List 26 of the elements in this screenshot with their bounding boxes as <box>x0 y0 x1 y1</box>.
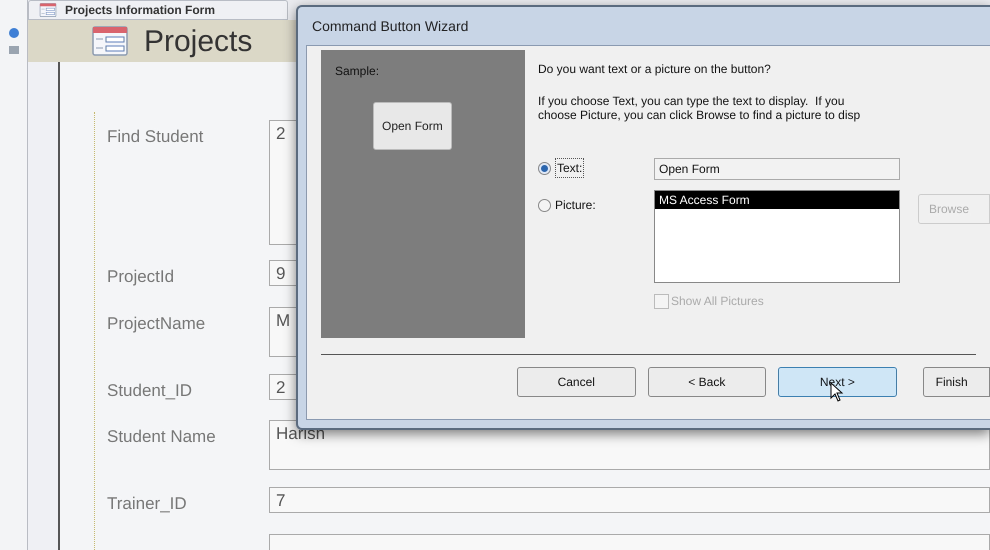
form-title: Projects <box>144 24 252 60</box>
explanation-text: choose Picture, you can click Browse to find a picture to disp <box>538 108 862 122</box>
question-text: Do you want text or a picture on the button? <box>538 61 772 78</box>
dialog-button[interactable]: < Back <box>648 367 766 397</box>
radio-option[interactable]: Text: <box>538 158 654 178</box>
list-item[interactable]: MS Access Form <box>655 191 899 209</box>
radio-option[interactable]: Picture: <box>538 196 654 214</box>
input-field[interactable]: 7 <box>269 487 990 513</box>
form-icon <box>92 26 128 56</box>
field-label: Student_ID <box>107 380 194 402</box>
field-label: Student Name <box>107 426 217 448</box>
radio-button[interactable] <box>538 198 551 212</box>
sample-label: Sample: <box>335 63 380 80</box>
field-label: Trainer_ID <box>107 493 188 515</box>
explanation-text: If you choose Text, you can type the text to display. If you <box>538 94 846 108</box>
field-label: Find Student <box>107 126 204 148</box>
form-icon <box>39 3 57 17</box>
dialog-button[interactable]: Next > <box>778 367 897 397</box>
field-label: ProjectName <box>107 312 206 334</box>
dialog-title: Command Button Wizard <box>311 16 470 36</box>
dialog-button[interactable]: Cancel <box>517 367 636 397</box>
field-label: ProjectId <box>107 266 176 288</box>
dialog-button[interactable]: Finish <box>922 367 990 397</box>
document-tab[interactable]: Projects Information Form <box>28 0 288 20</box>
text-input[interactable]: Open Form <box>654 158 900 180</box>
radio-button[interactable] <box>538 162 551 174</box>
